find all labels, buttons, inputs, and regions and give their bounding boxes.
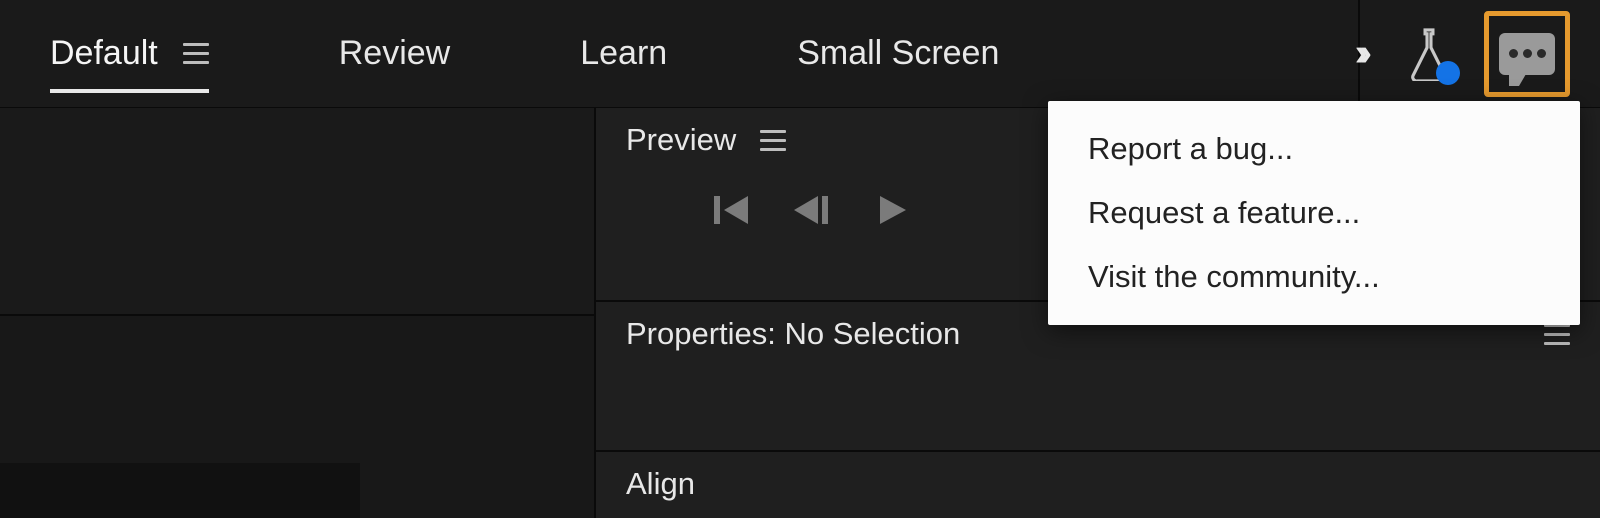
step-back-icon[interactable] bbox=[794, 194, 834, 231]
panel-menu-icon[interactable] bbox=[760, 130, 786, 151]
menu-item-visit-community[interactable]: Visit the community... bbox=[1048, 245, 1580, 309]
workspace-tab-default[interactable]: Default bbox=[50, 34, 209, 73]
menu-item-request-feature[interactable]: Request a feature... bbox=[1048, 181, 1580, 245]
workspace-tab-label: Review bbox=[339, 34, 450, 73]
play-icon[interactable] bbox=[878, 194, 908, 231]
feedback-menu: Report a bug... Request a feature... Vis… bbox=[1048, 101, 1580, 325]
workspace-bar: Default Review Learn Small Screen ›› bbox=[0, 0, 1600, 108]
align-panel: Align bbox=[596, 452, 1600, 518]
workspace-overflow-icon[interactable]: ›› bbox=[1355, 32, 1364, 75]
workspace-tab-label: Learn bbox=[580, 34, 667, 73]
chat-bubble-icon bbox=[1499, 33, 1555, 75]
panel-title: Preview bbox=[626, 122, 736, 158]
menu-item-report-bug[interactable]: Report a bug... bbox=[1048, 117, 1580, 181]
workspace-tab-small-screen[interactable]: Small Screen bbox=[797, 34, 999, 73]
panel-title: Align bbox=[626, 466, 695, 502]
feedback-button[interactable] bbox=[1484, 11, 1570, 97]
beta-notification-dot bbox=[1436, 61, 1460, 85]
panel-menu-icon[interactable] bbox=[1544, 324, 1570, 345]
workspace-tab-learn[interactable]: Learn bbox=[580, 34, 667, 73]
align-panel-header: Align bbox=[596, 452, 1600, 512]
left-column bbox=[0, 108, 594, 518]
beta-flask-icon[interactable] bbox=[1404, 26, 1454, 81]
panel-menu-icon[interactable] bbox=[183, 43, 209, 64]
empty-panel-top bbox=[0, 108, 594, 316]
workspace-tab-label: Default bbox=[50, 34, 158, 73]
workspace-tab-review[interactable]: Review bbox=[339, 34, 450, 73]
go-to-start-icon[interactable] bbox=[714, 194, 750, 231]
workspace-tab-label: Small Screen bbox=[797, 34, 999, 73]
panel-title: Properties: No Selection bbox=[626, 316, 960, 352]
workspace-right-tools: ›› bbox=[1355, 0, 1570, 107]
panel-footer-strip bbox=[0, 463, 360, 518]
empty-panel-bottom bbox=[0, 316, 594, 518]
